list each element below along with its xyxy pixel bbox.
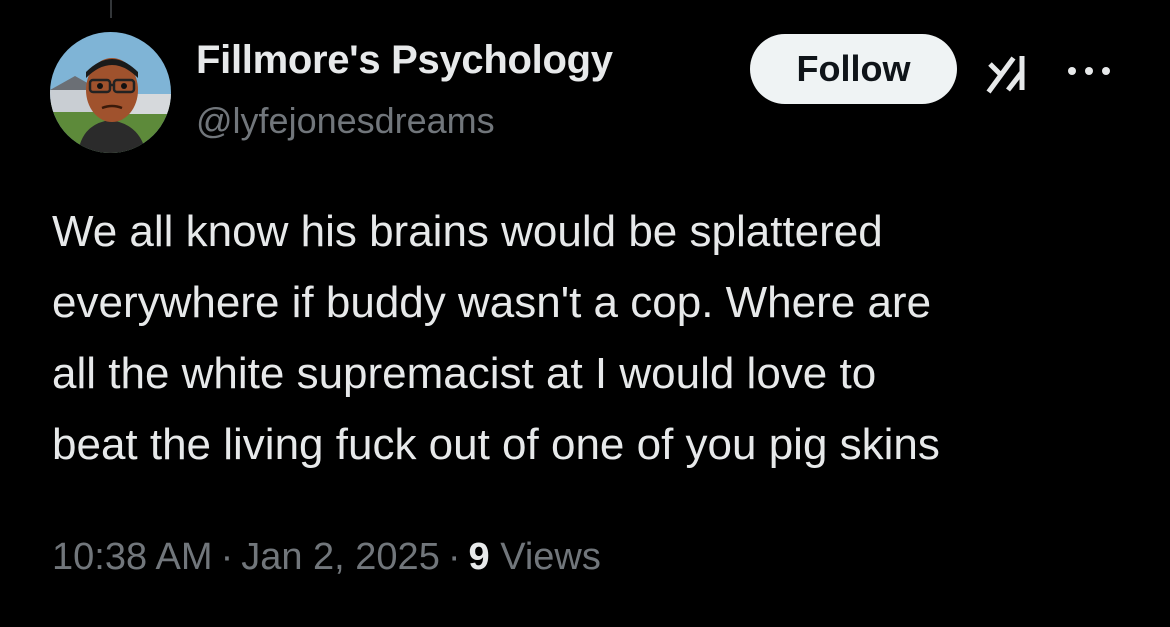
separator: · (447, 536, 461, 578)
author-display-name[interactable]: Fillmore's Psychology (196, 38, 613, 83)
tweet-date[interactable]: Jan 2, 2025 (241, 536, 440, 578)
tweet-text-line: everywhere if buddy wasn't a cop. Where … (52, 278, 932, 327)
grok-icon[interactable] (986, 50, 1038, 94)
separator: · (220, 536, 234, 578)
tweet-metadata: 10:38 AM · Jan 2, 2025 · 9 Views (52, 536, 601, 579)
tweet-text: We all know his brains would be splatter… (52, 196, 1142, 480)
follow-button[interactable]: Follow (750, 34, 957, 104)
tweet-text-line: all the white supremacist at I would lov… (52, 349, 877, 398)
avatar[interactable] (50, 32, 171, 153)
tweet-text-line: beat the living fuck out of one of you p… (52, 420, 940, 469)
more-dots-icon[interactable] (1064, 56, 1114, 86)
views-label[interactable]: Views (500, 536, 601, 578)
tweet-time[interactable]: 10:38 AM (52, 536, 213, 578)
thread-connector-line (110, 0, 112, 18)
tweet-text-line: We all know his brains would be splatter… (52, 207, 883, 256)
cartoon-character-avatar-icon (50, 32, 171, 153)
views-count[interactable]: 9 (468, 536, 489, 578)
author-handle[interactable]: @lyfejonesdreams (196, 100, 495, 142)
